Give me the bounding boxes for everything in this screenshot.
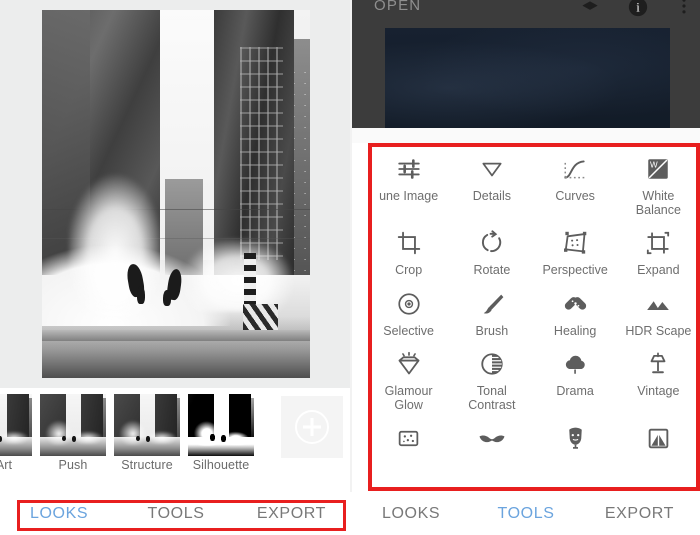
- tools-row: Crop Rotate Perspective Expand: [367, 217, 700, 278]
- open-button[interactable]: OPEN: [374, 0, 421, 14]
- expand-icon: [617, 227, 700, 259]
- tool-white-balance[interactable]: W B White Balance: [617, 143, 700, 217]
- tool-healing[interactable]: Healing: [534, 278, 617, 339]
- tool-details[interactable]: Details: [450, 143, 533, 217]
- tool-retrolux[interactable]: [450, 412, 533, 459]
- tool-label: Curves: [555, 189, 595, 203]
- tool-label: Perspective: [542, 263, 608, 277]
- look-label: e Art: [0, 458, 13, 472]
- more-vert-icon[interactable]: [674, 0, 694, 22]
- triangle-down-icon: [450, 153, 533, 185]
- look-label: Push: [58, 458, 88, 472]
- tool-label: Rotate: [473, 263, 511, 277]
- rotate-icon: [450, 227, 533, 259]
- tool-crop[interactable]: Crop: [367, 217, 450, 278]
- add-look-button[interactable]: [281, 396, 343, 458]
- tool-label: Healing: [553, 323, 597, 338]
- left-screenshot-panel: e Art Push Structure: [0, 0, 352, 535]
- white-balance-icon: W B: [617, 153, 700, 185]
- tool-label: Brush: [475, 323, 509, 338]
- perspective-icon: [534, 227, 617, 259]
- crop-icon: [367, 227, 450, 259]
- right-screenshot-panel: OPEN i une Image Details Curves W B Whit…: [352, 0, 700, 535]
- tool-curves[interactable]: Curves: [534, 143, 617, 217]
- tools-row: Glamour Glow Tonal Contrast Drama Vintag…: [367, 338, 700, 412]
- tool-tune-image[interactable]: une Image: [367, 143, 450, 217]
- tool-brush[interactable]: Brush: [450, 278, 533, 339]
- lamp-icon: [617, 348, 700, 380]
- look-label: Structure: [121, 458, 173, 472]
- plus-vertical: [310, 418, 314, 436]
- tool-expand[interactable]: Expand: [617, 217, 700, 278]
- look-thumbnail: [40, 394, 106, 456]
- tools-row: [367, 412, 700, 459]
- face-icon: [534, 422, 617, 454]
- tools-row: Selective Brush Healing HDR Scape: [367, 278, 700, 339]
- brush-icon: [450, 288, 533, 320]
- look-item-silhouette[interactable]: Silhouette: [188, 394, 254, 474]
- layers-icon[interactable]: [580, 0, 600, 23]
- image-preview[interactable]: [385, 28, 670, 128]
- tool-vintage[interactable]: Vintage: [617, 338, 700, 412]
- tools-grid[interactable]: une Image Details Curves W B White Balan…: [367, 143, 700, 491]
- look-item-push[interactable]: Push: [40, 394, 106, 474]
- tool-label: Details: [472, 189, 511, 203]
- info-icon[interactable]: i: [627, 0, 649, 23]
- tool-head-pose[interactable]: [534, 412, 617, 459]
- curve-icon: [534, 153, 617, 185]
- left-bottom-nav[interactable]: LOOKS TOOLS EXPORT: [0, 492, 352, 535]
- selective-icon: [367, 288, 450, 320]
- tool-frames[interactable]: [617, 412, 700, 459]
- nav-looks[interactable]: LOOKS: [382, 505, 440, 522]
- tool-label: Expand: [637, 263, 680, 277]
- tool-perspective[interactable]: Perspective: [534, 217, 617, 278]
- tool-label: Tonal Contrast: [468, 384, 516, 412]
- tool-label: Vintage: [637, 384, 680, 398]
- grainy-film-icon: [367, 422, 450, 454]
- cloud-icon: [534, 348, 617, 380]
- tool-label: Drama: [556, 384, 594, 398]
- look-label: Silhouette: [192, 458, 250, 472]
- hdr-mountains-icon: [617, 288, 700, 320]
- svg-text:W: W: [650, 161, 658, 170]
- tool-rotate[interactable]: Rotate: [450, 217, 533, 278]
- preview-gap: [352, 128, 700, 143]
- look-thumbnail: [0, 394, 32, 456]
- svg-text:i: i: [636, 1, 640, 15]
- lens-blur-frame-icon: [617, 422, 700, 454]
- tools-row: une Image Details Curves W B White Balan…: [367, 143, 700, 217]
- nav-export[interactable]: EXPORT: [257, 505, 326, 522]
- tonal-contrast-icon: [450, 348, 533, 380]
- nav-export[interactable]: EXPORT: [605, 505, 674, 522]
- nav-tools[interactable]: TOOLS: [148, 505, 205, 522]
- tool-label: Selective: [383, 323, 434, 338]
- nav-tools[interactable]: TOOLS: [498, 505, 555, 522]
- look-thumbnail: [114, 394, 180, 456]
- tool-grainy-film[interactable]: [367, 412, 450, 459]
- mustache-icon: [450, 422, 533, 454]
- tool-tonal-contrast[interactable]: Tonal Contrast: [450, 338, 533, 412]
- tool-hdr-scape[interactable]: HDR Scape: [617, 278, 700, 339]
- sliders-icon: [367, 153, 450, 185]
- healing-icon: [534, 288, 617, 320]
- look-thumbnail: [188, 394, 254, 456]
- look-item-fine-art[interactable]: e Art: [0, 394, 32, 474]
- photo-canvas: [0, 0, 352, 388]
- right-bottom-nav[interactable]: LOOKS TOOLS EXPORT: [352, 492, 700, 535]
- app-toolbar: OPEN i: [352, 0, 700, 128]
- tool-selective[interactable]: Selective: [367, 278, 450, 339]
- nav-looks[interactable]: LOOKS: [30, 505, 88, 522]
- glamour-glow-icon: [367, 348, 450, 380]
- look-item-structure[interactable]: Structure: [114, 394, 180, 474]
- tool-label: HDR Scape: [625, 323, 692, 338]
- tool-glamour-glow[interactable]: Glamour Glow: [367, 338, 450, 412]
- tool-label: Crop: [395, 263, 423, 277]
- tool-label: White Balance: [635, 189, 681, 217]
- main-photo[interactable]: [42, 10, 310, 378]
- tool-label: une Image: [379, 189, 439, 203]
- tool-drama[interactable]: Drama: [534, 338, 617, 412]
- tool-label: Glamour Glow: [384, 384, 433, 412]
